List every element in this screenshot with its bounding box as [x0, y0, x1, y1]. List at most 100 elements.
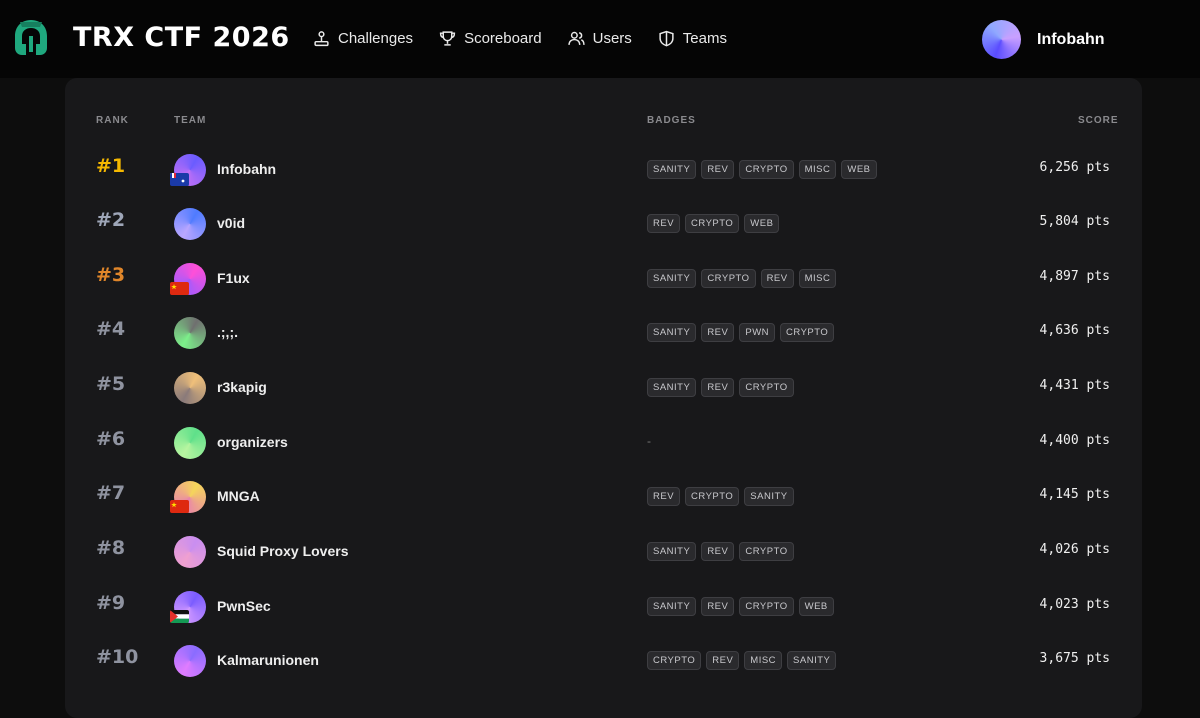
nav-label: Teams — [682, 30, 727, 47]
badge-list: SANITY REV PWN CRYPTO — [647, 323, 835, 342]
badge-list: SANITY CRYPTO REV MISC — [647, 269, 837, 288]
team-name-link[interactable]: MNGA — [217, 488, 260, 504]
category-badge: REV — [701, 597, 735, 616]
badge-list: SANITY REV CRYPTO MISC WEB — [647, 160, 877, 179]
badge-list: CRYPTO REV MISC SANITY — [647, 651, 837, 670]
category-badge: REV — [760, 269, 794, 288]
category-badge: SANITY — [744, 487, 794, 506]
category-badge: WEB — [744, 214, 780, 233]
table-row: #9 PwnSec SANITY REV CRYPTO WEB 4,023 pts — [65, 579, 1142, 633]
user-menu[interactable]: Infobahn — [982, 20, 1105, 59]
country-flag-icon — [170, 282, 189, 295]
category-badge: WEB — [798, 597, 834, 616]
category-badge: MISC — [798, 160, 837, 179]
team-avatar[interactable] — [174, 317, 206, 349]
nav-scoreboard[interactable]: Scoreboard — [439, 30, 542, 47]
users-icon — [567, 31, 585, 45]
table-row: #5 r3kapig SANITY REV CRYPTO 4,431 pts — [65, 360, 1142, 414]
team-score: 5,804 pts — [1039, 214, 1110, 229]
category-badge: CRYPTO — [685, 214, 740, 233]
category-badge: REV — [701, 323, 735, 342]
team-avatar[interactable] — [174, 372, 206, 404]
category-badge: REV — [647, 214, 681, 233]
nav-label: Scoreboard — [464, 30, 542, 47]
nav-label: Users — [592, 30, 632, 47]
team-name-link[interactable]: F1ux — [217, 270, 250, 286]
joystick-icon — [314, 31, 329, 47]
badge-list: SANITY REV CRYPTO — [647, 378, 794, 397]
table-row: #3 F1ux SANITY CRYPTO REV MISC 4,897 pts — [65, 251, 1142, 305]
team-name-link[interactable]: PwnSec — [217, 598, 271, 614]
team-score: 4,400 pts — [1039, 433, 1110, 448]
category-badge: CRYPTO — [701, 269, 756, 288]
team-name-link[interactable]: organizers — [217, 434, 288, 450]
team-score: 4,026 pts — [1039, 542, 1110, 557]
badge-list: REV CRYPTO WEB — [647, 214, 780, 233]
badge-list: SANITY REV CRYPTO WEB — [647, 597, 834, 616]
team-name-link[interactable]: Kalmarunionen — [217, 652, 319, 668]
team-score: 4,023 pts — [1039, 597, 1110, 612]
category-badge: MISC — [744, 651, 783, 670]
rank-label: #6 — [96, 428, 126, 450]
nav-label: Challenges — [338, 30, 414, 47]
table-row: #8 Squid Proxy Lovers SANITY REV CRYPTO 4,026… — [65, 524, 1142, 578]
team-name-link[interactable]: .;,;. — [217, 324, 238, 340]
table-row: #4.;,;. SANITY REV PWN CRYPTO 4,636 pts — [65, 305, 1142, 359]
category-badge: SANITY — [647, 323, 697, 342]
category-badge: REV — [706, 651, 740, 670]
category-badge: CRYPTO — [739, 160, 794, 179]
rank-label: #5 — [96, 373, 126, 395]
team-score: 4,431 pts — [1039, 378, 1110, 393]
category-badge: CRYPTO — [647, 651, 702, 670]
category-badge: SANITY — [647, 597, 697, 616]
column-header-score: SCORE — [1078, 115, 1119, 126]
column-header-badges: BADGES — [647, 115, 696, 126]
country-flag-icon — [170, 173, 189, 186]
team-avatar[interactable] — [174, 536, 206, 568]
main-nav: Challenges Scoreboard Users Teams — [313, 30, 753, 47]
rank-label: #4 — [96, 318, 126, 340]
category-badge: CRYPTO — [739, 597, 794, 616]
rank-label: #1 — [96, 155, 126, 177]
category-badge: REV — [647, 487, 681, 506]
nav-challenges[interactable]: Challenges — [313, 30, 413, 47]
team-score: 6,256 pts — [1039, 160, 1110, 175]
rank-label: #7 — [96, 482, 126, 504]
table-row: #6 organizers - 4,400 pts — [65, 415, 1142, 469]
team-name-link[interactable]: Squid Proxy Lovers — [217, 543, 348, 559]
team-name-link[interactable]: Infobahn — [217, 161, 276, 177]
column-header-rank: RANK — [96, 115, 129, 126]
category-badge: SANITY — [647, 542, 697, 561]
nav-teams[interactable]: Teams — [658, 30, 727, 47]
badge-list: SANITY REV CRYPTO — [647, 542, 794, 561]
category-badge: PWN — [739, 323, 776, 342]
team-avatar[interactable] — [174, 427, 206, 459]
team-name-link[interactable]: v0id — [217, 215, 245, 231]
rank-label: #10 — [96, 646, 139, 668]
site-brand[interactable]: TRX CTF 2026 — [73, 22, 290, 53]
country-flag-icon — [170, 610, 189, 623]
nav-users[interactable]: Users — [567, 30, 632, 47]
category-badge: REV — [701, 378, 735, 397]
rank-label: #2 — [96, 209, 126, 231]
team-score: 4,145 pts — [1039, 487, 1110, 502]
team-score: 4,636 pts — [1039, 323, 1110, 338]
trophy-icon — [439, 31, 456, 46]
category-badge: REV — [701, 160, 735, 179]
category-badge: SANITY — [647, 269, 697, 288]
table-row: #7 MNGA REV CRYPTO SANITY 4,145 pts — [65, 469, 1142, 523]
category-badge: SANITY — [647, 378, 697, 397]
spartan-helmet-logo-icon[interactable] — [12, 18, 50, 58]
team-score: 3,675 pts — [1039, 651, 1110, 666]
team-avatar[interactable] — [174, 208, 206, 240]
team-avatar[interactable] — [174, 645, 206, 677]
country-flag-icon — [170, 500, 189, 513]
team-name-link[interactable]: r3kapig — [217, 379, 267, 395]
no-badges-placeholder: - — [647, 434, 651, 448]
team-score: 4,897 pts — [1039, 269, 1110, 284]
table-row: #2 v0id REV CRYPTO WEB 5,804 pts — [65, 196, 1142, 250]
category-badge: CRYPTO — [739, 378, 794, 397]
category-badge: REV — [701, 542, 735, 561]
shield-icon — [659, 30, 674, 47]
avatar — [982, 20, 1021, 59]
